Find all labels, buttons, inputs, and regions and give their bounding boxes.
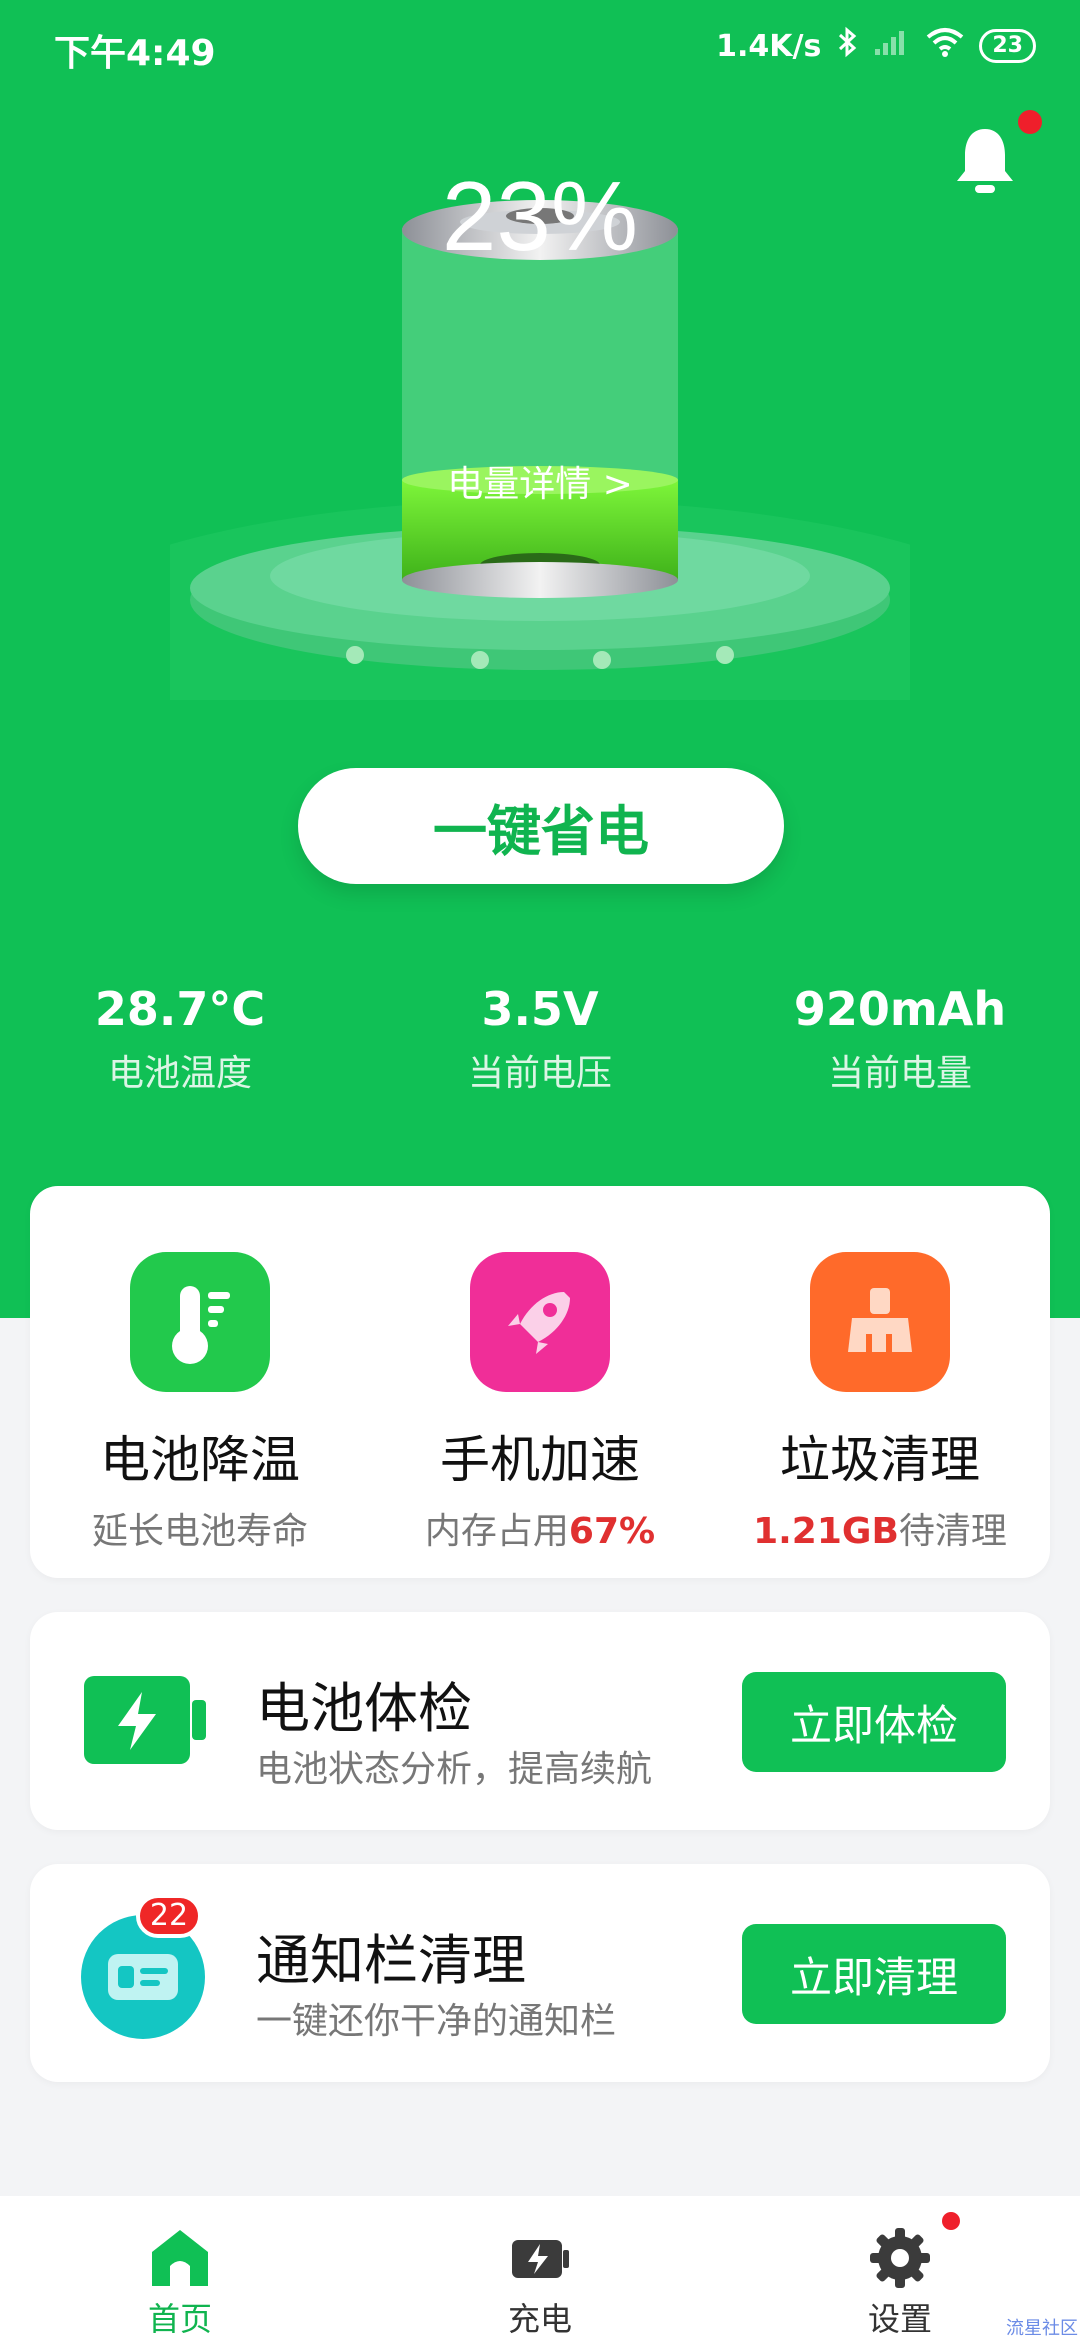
stat-value: 3.5V — [481, 982, 599, 1036]
notification-count-badge: 22 — [136, 1894, 202, 1938]
status-right: 1.4K/s 23 — [716, 26, 1036, 66]
watermark: 流星社区 — [1006, 2318, 1078, 2339]
status-bar: 下午4:49 1.4K/s 23 — [0, 0, 1080, 96]
signal-icon — [873, 27, 911, 65]
notification-clean-card: 22 通知栏清理 一键还你干净的通知栏 立即清理 — [30, 1864, 1050, 2082]
stat-capacity: 920mAh 当前电量 — [720, 980, 1080, 1096]
junk-size: 1.21GB — [753, 1511, 899, 1552]
battery-check-card: 电池体检 电池状态分析，提高续航 立即体检 — [30, 1612, 1050, 1830]
gear-icon — [868, 2226, 932, 2290]
stat-label: 电池温度 — [107, 1053, 252, 1094]
tool-subtitle: 内存占用67% — [370, 1502, 710, 1554]
notification-clean-title: 通知栏清理 — [256, 1929, 526, 1992]
battery-check-title: 电池体检 — [256, 1677, 472, 1740]
stat-voltage: 3.5V 当前电压 — [360, 980, 720, 1096]
notification-clean-desc: 一键还你干净的通知栏 — [256, 2001, 617, 2042]
battery-check-button[interactable]: 立即体检 — [742, 1672, 1006, 1772]
memory-percent: 67% — [568, 1511, 656, 1552]
tab-home[interactable]: 首页 — [0, 2196, 360, 2340]
stat-value: 920mAh — [793, 982, 1007, 1036]
junk-label: 待清理 — [898, 1511, 1007, 1552]
network-speed: 1.4K/s — [716, 28, 822, 64]
charge-icon — [508, 2226, 572, 2290]
tool-phone-boost[interactable]: 手机加速 内存占用67% — [370, 1186, 710, 1578]
broom-icon — [810, 1252, 950, 1392]
notification-dot — [1018, 110, 1042, 134]
battery-detail-link[interactable]: 电量详情 > — [0, 455, 1080, 507]
battery-check-desc: 电池状态分析，提高续航 — [256, 1749, 653, 1790]
tool-battery-cooling[interactable]: 电池降温 延长电池寿命 — [30, 1186, 370, 1578]
stat-temperature: 28.7°C 电池温度 — [0, 980, 360, 1096]
stat-label: 当前电量 — [827, 1053, 972, 1094]
one-click-save-button[interactable]: 一键省电 — [298, 768, 784, 884]
stat-value: 28.7°C — [94, 982, 266, 1036]
tool-name: 手机加速 — [440, 1431, 640, 1489]
tools-card: 电池降温 延长电池寿命 手机加速 内存占用67% 垃圾清理 1.21GB待清理 — [30, 1186, 1050, 1578]
thermometer-icon — [130, 1252, 270, 1392]
status-time: 下午4:49 — [54, 33, 216, 74]
tool-name: 电池降温 — [100, 1431, 300, 1489]
tab-label: 充电 — [507, 2300, 572, 2338]
battery-charge-icon — [84, 1676, 206, 1764]
notification-clean-button[interactable]: 立即清理 — [742, 1924, 1006, 2024]
tool-subtitle: 延长电池寿命 — [91, 1511, 308, 1552]
rocket-icon — [470, 1252, 610, 1392]
settings-badge-dot — [942, 2212, 960, 2230]
battery-stats: 28.7°C 电池温度 3.5V 当前电压 920mAh 当前电量 — [0, 980, 1080, 1096]
tool-name: 垃圾清理 — [780, 1431, 980, 1489]
bottom-tab-bar: 首页 充电 设置 — [0, 2196, 1080, 2340]
home-icon — [148, 2226, 212, 2290]
tool-subtitle: 1.21GB待清理 — [710, 1502, 1050, 1554]
memory-label: 内存占用 — [424, 1511, 569, 1552]
tab-charge[interactable]: 充电 — [360, 2196, 720, 2340]
battery-percent: 23% — [441, 161, 639, 271]
stat-label: 当前电压 — [467, 1053, 612, 1094]
bluetooth-icon — [835, 26, 859, 66]
tool-junk-clean[interactable]: 垃圾清理 1.21GB待清理 — [710, 1186, 1050, 1578]
battery-indicator: 23 — [979, 29, 1036, 63]
tab-label: 首页 — [147, 2300, 212, 2338]
wifi-icon — [925, 26, 965, 66]
